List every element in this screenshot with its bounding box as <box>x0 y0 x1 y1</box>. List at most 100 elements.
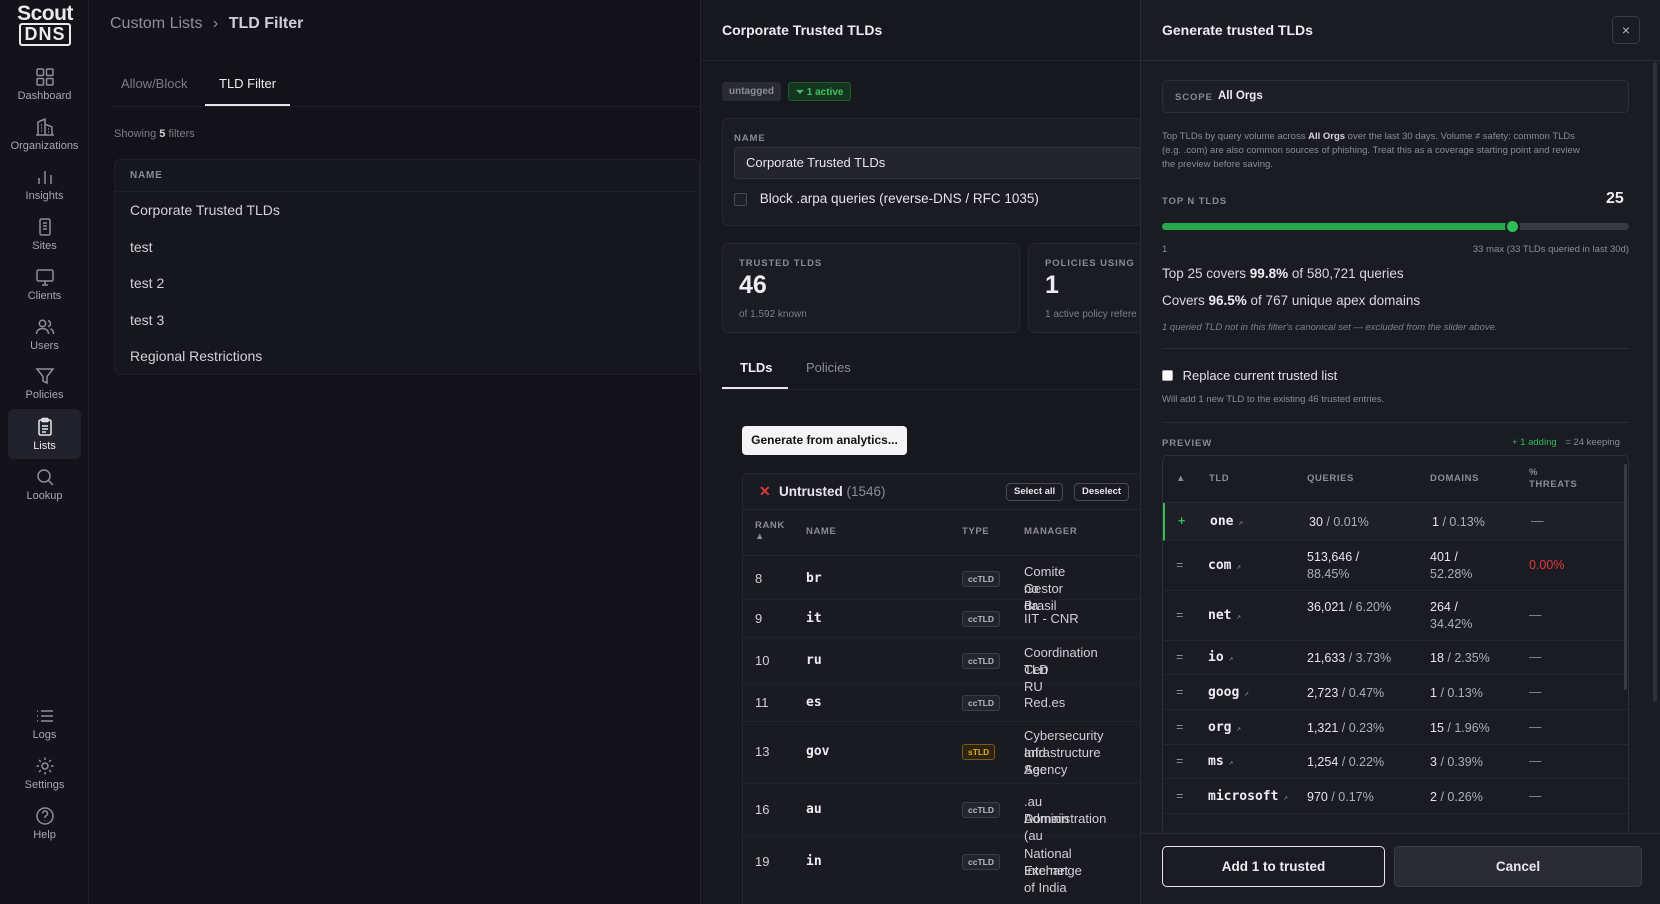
replace-label: Replace current trusted list <box>1182 368 1338 383</box>
preview-row[interactable]: = microsoft ↗ 970 / 0.17% 2 / 0.26% — <box>1163 779 1628 814</box>
generate-from-analytics-button[interactable]: Generate from analytics... <box>742 426 907 455</box>
preview-row[interactable]: = ms ↗ 1,254 / 0.22% 3 / 0.39% — <box>1163 745 1628 779</box>
tld-row[interactable]: 8 br ccTLD Comite Gestor da no Brasil <box>743 556 1140 613</box>
external-link-icon[interactable]: ↗ <box>1224 758 1233 767</box>
close-button[interactable]: × <box>1612 16 1640 44</box>
scope-label: SCOPE <box>1175 92 1213 103</box>
sidebar-item-users[interactable]: Users <box>8 309 81 359</box>
preview-scrollbar[interactable] <box>1624 464 1627 690</box>
top-n-slider[interactable] <box>1162 219 1629 234</box>
sidebar-item-clients[interactable]: Clients <box>8 259 81 309</box>
preview-row[interactable]: = org ↗ 1,321 / 0.23% 15 / 1.96% — <box>1163 710 1628 745</box>
tld-domains: 401 / 52.28% <box>1430 549 1472 583</box>
col-threats-label: % <box>1529 467 1539 478</box>
filter-row[interactable]: test <box>115 229 699 266</box>
filters-table-header: NAME <box>115 160 699 192</box>
tld-type-badge: ccTLD <box>962 802 1000 818</box>
slider-max: 33 max (33 TLDs queried in last 30d) <box>1472 244 1629 255</box>
preview-row[interactable]: = goog ↗ 2,723 / 0.47% 1 / 0.13% — <box>1163 675 1628 710</box>
tld-row[interactable]: 16 au ccTLD .au Domain Administration (au <box>743 784 1140 843</box>
breadcrumb-parent[interactable]: Custom Lists <box>110 15 202 32</box>
name-input[interactable]: Corporate Trusted TLDs <box>734 147 1140 179</box>
sidebar-item-help[interactable]: Help <box>8 798 81 848</box>
preview-row[interactable]: + one ↗ 30 / 0.01% 1 / 0.13% — <box>1163 503 1628 541</box>
deselect-button[interactable]: Deselect <box>1074 483 1130 501</box>
sidebar-item-label: Policies <box>25 389 64 401</box>
preview-row[interactable]: = io ↗ 21,633 / 3.73% 18 / 2.35% — <box>1163 641 1628 675</box>
scout-dns-logo[interactable]: Scout DNS <box>17 2 73 46</box>
stat-sub: 1 active policy refere <box>1045 309 1137 320</box>
add-to-trusted-button[interactable]: Add 1 to trusted <box>1162 846 1385 887</box>
untagged-chip[interactable]: untagged <box>722 82 781 101</box>
preview-row[interactable]: = com ↗ 513,646 / 88.45% 401 / 52.28% 0.00% <box>1163 541 1628 591</box>
tld-name: au <box>806 802 822 817</box>
sidebar-item-dashboard[interactable]: Dashboard <box>8 59 81 109</box>
tld-row[interactable]: 13 gov sTLD Cybersecurity and Infrastruct… <box>743 722 1140 784</box>
col-rank[interactable]: RANK ▲ <box>755 520 785 542</box>
external-link-icon[interactable]: ↗ <box>1278 793 1288 802</box>
preview-label: PREVIEW <box>1162 438 1213 449</box>
select-all-button[interactable]: Select all <box>1006 483 1064 501</box>
tld-row[interactable]: 19 in ccTLD National Internet Exchange of… <box>743 836 1140 895</box>
stat-label: POLICIES USING <box>1045 258 1135 269</box>
arpa-checkbox[interactable] <box>734 192 747 206</box>
slider-handle[interactable] <box>1505 219 1520 234</box>
sidebar-item-lookup[interactable]: Lookup <box>8 459 81 509</box>
tld-type-badge: ccTLD <box>962 695 1000 711</box>
external-link-icon[interactable]: ↗ <box>1224 654 1233 663</box>
sidebar: Scout DNS Dashboard Organizations Insigh… <box>0 0 89 904</box>
filter-row[interactable]: Corporate Trusted TLDs <box>115 192 699 229</box>
sidebar-item-insights[interactable]: Insights <box>8 159 81 209</box>
drawer-title: Generate trusted TLDs <box>1162 22 1313 38</box>
filter-row[interactable]: Regional Restrictions <box>115 338 699 375</box>
tld-domains: 264 / 34.42% <box>1430 599 1472 633</box>
external-link-icon[interactable]: ↗ <box>1233 518 1243 527</box>
sidebar-item-sites[interactable]: Sites <box>8 209 81 259</box>
tab-allow-block[interactable]: Allow/Block <box>121 76 187 104</box>
stat-label: TRUSTED TLDS <box>739 258 823 269</box>
external-link-icon[interactable]: ↗ <box>1231 724 1241 733</box>
col-type[interactable]: TYPE <box>962 526 989 537</box>
external-link-icon[interactable]: ↗ <box>1239 689 1249 698</box>
cancel-button[interactable]: Cancel <box>1394 846 1642 887</box>
list-tabs: Allow/Block TLD Filter <box>110 52 700 107</box>
filter-row[interactable]: test 3 <box>115 302 699 339</box>
tld-manager-line: Exchange of India <box>1024 863 1082 895</box>
tab-policies[interactable]: Policies <box>806 360 851 387</box>
list-icon <box>36 710 53 722</box>
sidebar-item-lists[interactable]: Lists <box>8 409 81 459</box>
sidebar-item-policies[interactable]: Policies <box>8 358 81 408</box>
col-domains[interactable]: DOMAINS <box>1430 473 1479 484</box>
sidebar-item-settings[interactable]: Settings <box>8 748 81 798</box>
sidebar-item-logs[interactable]: Logs <box>8 698 81 748</box>
building-icon <box>35 117 54 136</box>
external-link-icon[interactable]: ↗ <box>1231 612 1241 621</box>
tld-row[interactable]: 9 it ccTLD IIT - CNR <box>743 600 1140 638</box>
drawer-scrollbar[interactable] <box>1653 62 1657 702</box>
replace-checkbox[interactable] <box>1162 370 1173 381</box>
tld-rank: 19 <box>755 854 770 869</box>
tld-rank: 11 <box>755 695 769 710</box>
col-manager[interactable]: MANAGER <box>1024 526 1077 537</box>
logo-line1: Scout <box>17 2 73 25</box>
preview-row[interactable]: = net ↗ 36,021 / 6.20% 264 / 34.42% — <box>1163 591 1628 641</box>
active-chip[interactable]: ⏷ 1 active <box>788 82 852 101</box>
divider <box>1141 60 1660 61</box>
filter-icon <box>34 368 55 385</box>
external-link-icon[interactable]: ↗ <box>1231 562 1241 571</box>
col-queries[interactable]: QUERIES <box>1307 473 1354 484</box>
filter-row[interactable]: test 2 <box>115 265 699 302</box>
sort-asc-icon[interactable]: ▲ <box>1176 473 1186 484</box>
sidebar-item-organizations[interactable]: Organizations <box>8 109 81 159</box>
col-tld[interactable]: TLD <box>1209 473 1229 484</box>
tab-tld-filter[interactable]: TLD Filter <box>205 76 291 106</box>
plus-icon: + <box>1178 514 1186 528</box>
tld-row[interactable]: 10 ru ccTLD Coordination Cen TLD RU <box>743 638 1140 694</box>
tld-row[interactable]: 11 es ccTLD Red.es <box>743 684 1140 722</box>
queries-count: 30 <box>1309 515 1323 529</box>
untrusted-title: Untrusted (1546) <box>779 484 886 499</box>
col-name[interactable]: NAME <box>806 526 836 537</box>
sidebar-item-label: Users <box>30 340 59 352</box>
tab-tlds[interactable]: TLDs <box>722 360 788 389</box>
scope-field[interactable]: SCOPE All Orgs <box>1162 80 1629 113</box>
